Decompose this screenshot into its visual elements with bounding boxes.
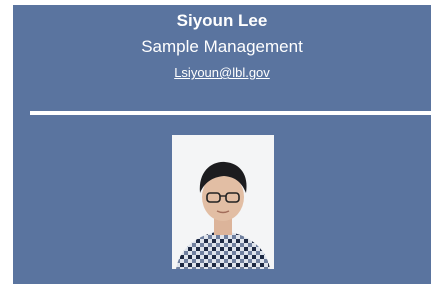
profile-email-link[interactable]: Lsiyoun@lbl.gov — [13, 65, 431, 81]
divider — [30, 111, 431, 115]
profile-role: Sample Management — [141, 37, 303, 56]
profile-card: Siyoun Lee Sample Management Lsiyoun@lbl… — [13, 5, 431, 284]
profile-photo — [172, 135, 274, 269]
profile-name: Siyoun Lee — [176, 11, 268, 30]
